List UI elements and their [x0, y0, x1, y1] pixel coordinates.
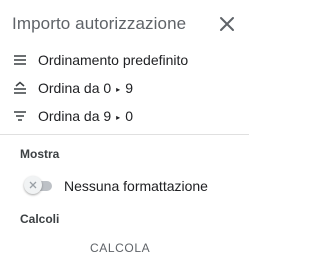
- toggle-label: Nessuna formattazione: [64, 178, 208, 194]
- close-icon: [220, 17, 234, 31]
- sort-ascending-to: 9: [125, 80, 133, 96]
- sort-ascending-label: Ordina da 0 ▸ 9: [38, 80, 133, 96]
- calculate-button[interactable]: CALCOLA: [90, 241, 150, 255]
- calc-section-heading: Calcoli: [20, 212, 60, 226]
- sort-descending-icon: [14, 111, 26, 121]
- toggle-thumb: [24, 176, 42, 194]
- sort-descending-from: Ordina da 9: [38, 108, 112, 124]
- sort-descending-label: Ordina da 9 ▸ 0: [38, 108, 133, 124]
- close-icon: [29, 181, 37, 189]
- arrow-right-icon: ▸: [116, 112, 121, 122]
- show-section-heading: Mostra: [20, 147, 60, 161]
- arrow-right-icon: ▸: [116, 84, 121, 94]
- panel-header: Importo autorizzazione: [12, 10, 241, 38]
- sort-default-label: Ordinamento predefinito: [38, 52, 189, 68]
- divider: [0, 134, 249, 135]
- sort-descending-to: 0: [125, 108, 133, 124]
- panel-title: Importo autorizzazione: [12, 14, 187, 33]
- sort-default-item[interactable]: Ordinamento predefinito: [0, 46, 249, 74]
- sort-menu: Ordinamento predefinito Ordina da 0 ▸ 9 Or…: [0, 46, 249, 130]
- sort-ascending-from: Ordina da 0: [38, 80, 112, 96]
- list-icon: [14, 55, 26, 65]
- sort-ascending-icon: [14, 81, 26, 94]
- column-options-panel: Importo autorizzazione Ordinamento prede…: [0, 0, 249, 268]
- sort-descending-item[interactable]: Ordina da 9 ▸ 0: [0, 102, 249, 130]
- sort-ascending-item[interactable]: Ordina da 0 ▸ 9: [0, 74, 249, 102]
- close-button[interactable]: [215, 12, 239, 36]
